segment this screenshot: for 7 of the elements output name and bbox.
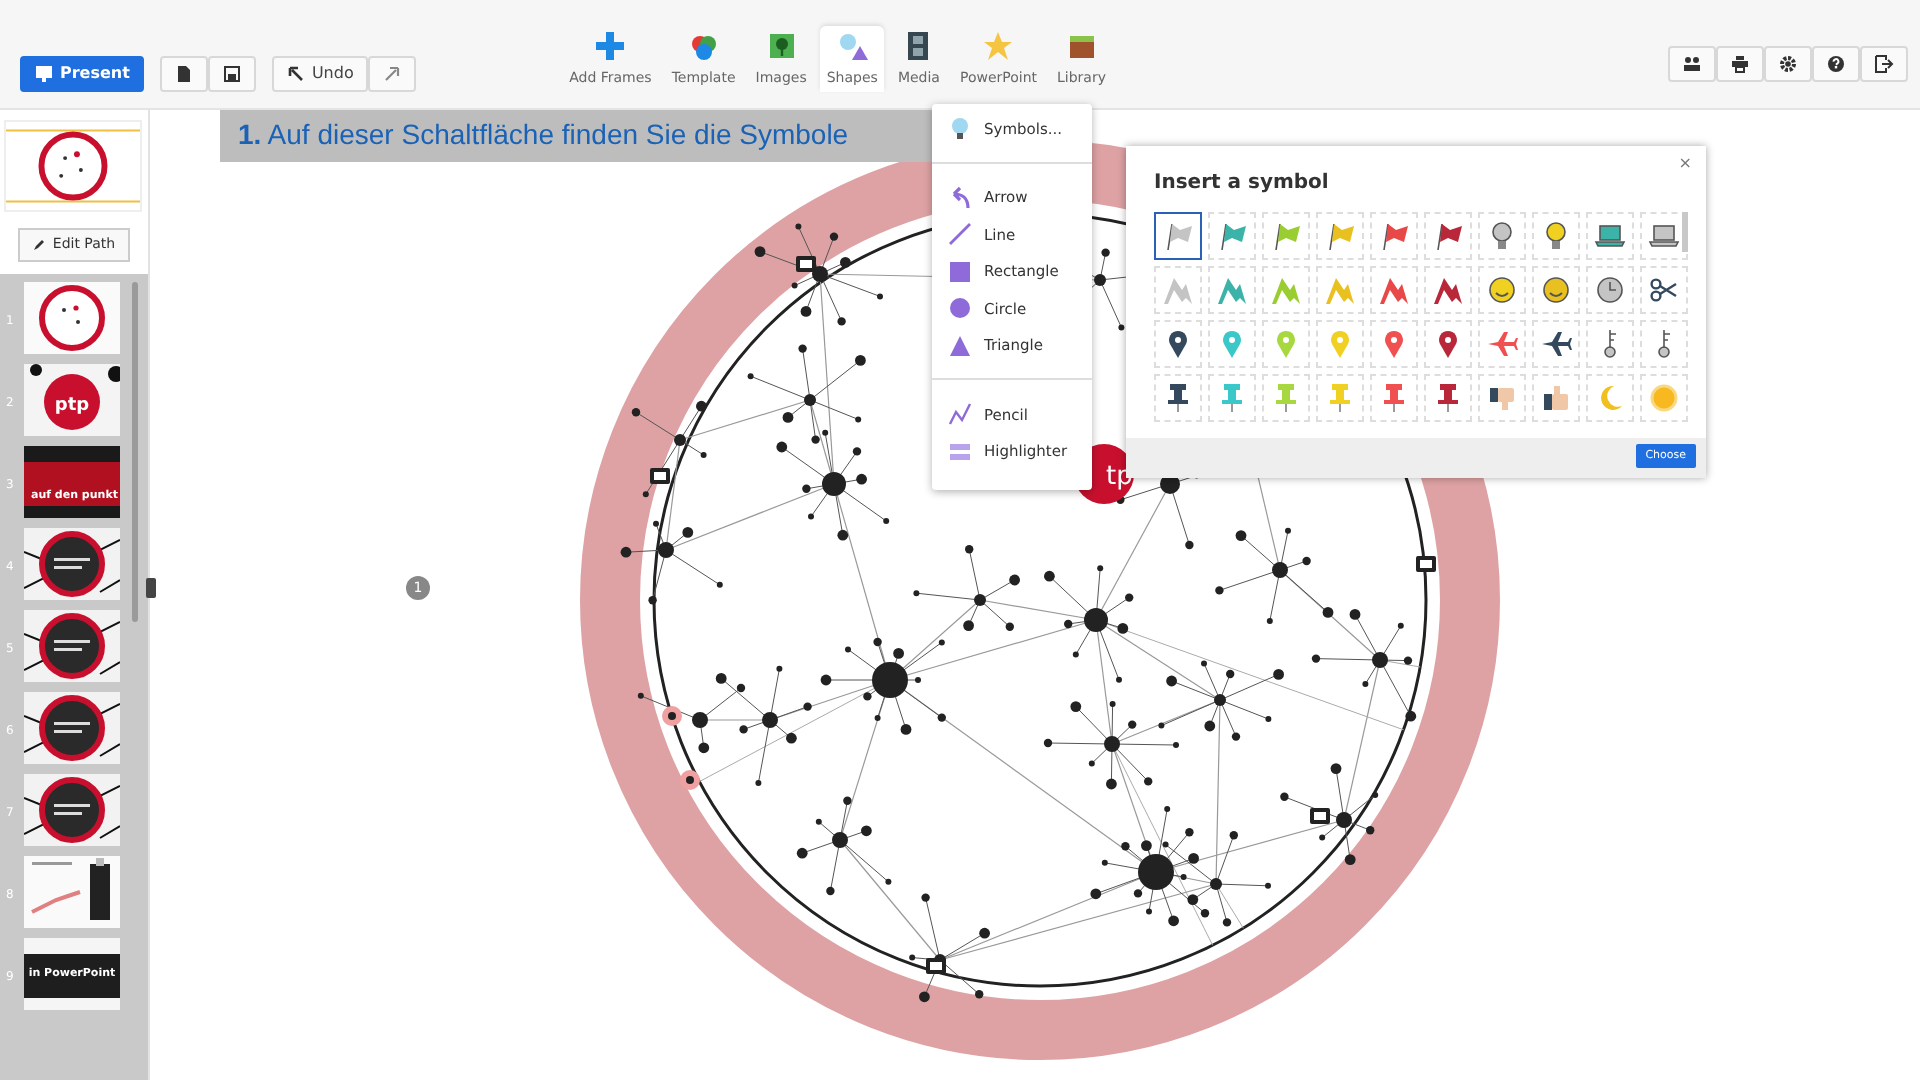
slide-title: ptp xyxy=(52,394,92,420)
slide-thumbnail[interactable]: ptp xyxy=(24,364,120,436)
dialog-title: Insert a symbol xyxy=(1154,170,1329,198)
close-button[interactable]: × xyxy=(1674,152,1696,176)
undo-button[interactable]: Undo xyxy=(271,56,368,92)
instruction-banner: 1. Auf dieser Schaltfläche finden Sie die Symbole xyxy=(220,110,934,162)
present-button[interactable]: Present xyxy=(20,56,144,92)
